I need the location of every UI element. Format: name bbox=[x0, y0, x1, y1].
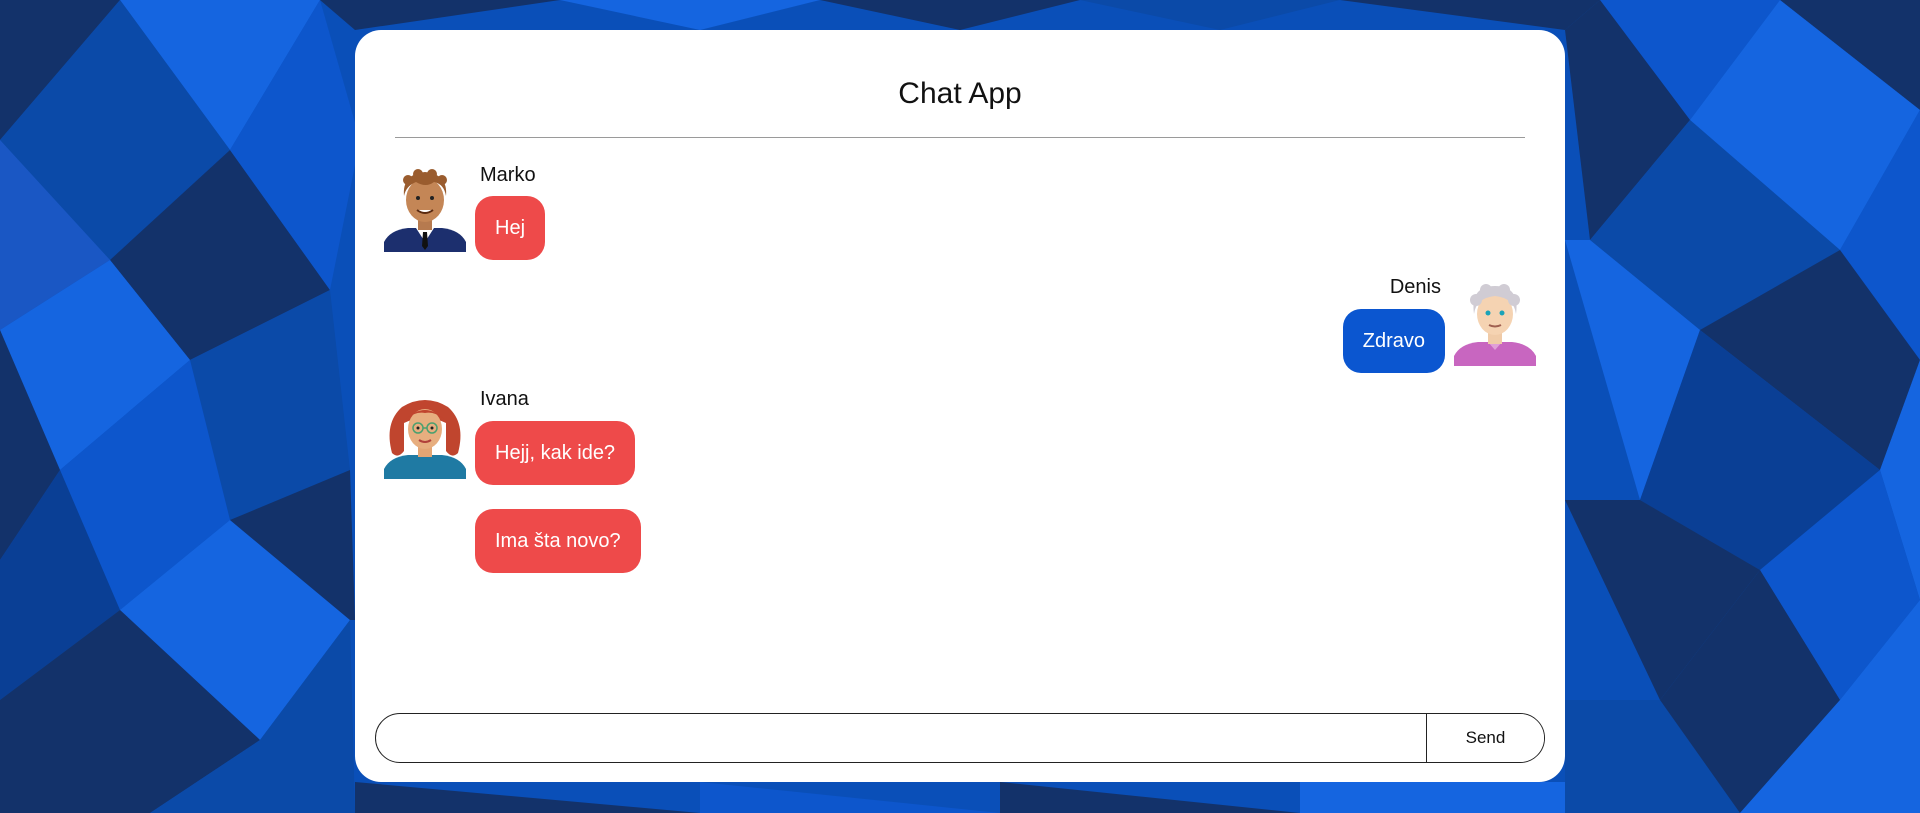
woman-red-curly-hair-glasses-avatar bbox=[384, 400, 466, 479]
send-button[interactable]: Send bbox=[1426, 714, 1544, 762]
header-divider bbox=[395, 137, 1525, 138]
chat-window: Chat App Marko Hej Denis Zdravo Ivana He… bbox=[355, 30, 1565, 782]
elderly-woman-gray-hair-avatar bbox=[1454, 284, 1536, 366]
sender-name: Ivana bbox=[480, 388, 529, 410]
man-curly-hair-suit-avatar bbox=[384, 169, 466, 252]
message-bubble: Zdravo bbox=[1342, 309, 1445, 373]
message-composer: Send bbox=[375, 713, 1545, 763]
sender-name: Denis bbox=[1389, 276, 1441, 298]
sender-name: Marko bbox=[480, 164, 536, 186]
message-bubble: Hej bbox=[475, 196, 546, 260]
message-input[interactable] bbox=[376, 714, 1426, 762]
message-bubble: Ima šta novo? bbox=[475, 509, 641, 573]
page-title: Chat App bbox=[898, 77, 1022, 110]
message-bubble: Hejj, kak ide? bbox=[475, 421, 636, 485]
